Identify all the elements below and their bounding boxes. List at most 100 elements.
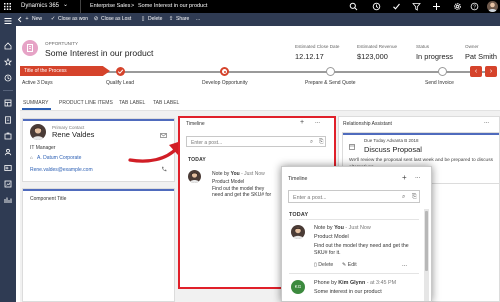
note-author[interactable]: You <box>231 171 240 177</box>
contact-email-link[interactable]: Rene.valdes@example.com <box>30 167 93 173</box>
more-commands-button[interactable]: ... <box>196 13 200 26</box>
process-title-flag[interactable]: Title of the Process <box>20 66 110 76</box>
tab-product-line-items[interactable]: PRODUCT LINE ITEMS <box>59 100 113 106</box>
suggestion-badge: Due Today Advanta B 2018 <box>364 138 418 143</box>
app-name[interactable]: Dynamics 365 <box>21 0 59 13</box>
close-date-value[interactable]: 12.12.17 <box>295 52 324 61</box>
contact-avatar[interactable] <box>30 124 46 140</box>
settings-gear-icon[interactable] <box>453 2 462 11</box>
status-value[interactable]: In progress <box>416 52 453 61</box>
company-icon: ⌂ <box>30 155 33 160</box>
timeline-post-input[interactable]: Enter a post... ⌕ ⎘ <box>186 136 326 147</box>
dashboard-icon[interactable] <box>4 99 12 107</box>
note-author-avatar[interactable] <box>188 170 201 183</box>
new-button[interactable]: + New <box>24 13 42 26</box>
next-stage-button[interactable]: › <box>485 66 497 77</box>
contacts-icon[interactable] <box>4 148 12 156</box>
owner-label: Owner <box>465 44 479 49</box>
stage-pending-marker[interactable] <box>438 67 447 76</box>
phone-call-avatar[interactable]: KG <box>291 280 305 294</box>
trash-icon: ▯ <box>141 16 145 22</box>
contact-company-link[interactable]: A. Datum Corporate <box>37 155 81 161</box>
status-label: Status <box>416 44 430 49</box>
delete-note-button[interactable]: ▯ Delete <box>314 262 333 268</box>
phone-meta: Phone by Kim Glynn - at 3:45 PM <box>314 280 396 286</box>
relationship-more-button[interactable]: ... <box>484 119 489 125</box>
note-body: Find out the model they need and get the… <box>212 186 272 199</box>
paperclip-icon[interactable]: ⎘ <box>319 139 323 146</box>
divider <box>289 273 419 274</box>
pinned-icon[interactable] <box>4 58 12 66</box>
timeline-add-button[interactable]: + <box>402 173 407 182</box>
due-source: Advanta B 2018 <box>386 138 419 143</box>
area-name[interactable]: Enterprise Sales <box>90 0 130 13</box>
delete-note-label: Delete <box>318 262 334 268</box>
stage-label-qualify[interactable]: Qualify Lead <box>106 80 134 86</box>
relationship-assistant-title: Relationship Assistant <box>343 121 392 127</box>
tab-label-1[interactable]: TAB LABEL <box>119 100 145 106</box>
tab-summary[interactable]: SUMMARY <box>23 100 48 106</box>
phone-author[interactable]: Kim Glynn <box>338 280 365 286</box>
timeline-more-button[interactable]: ... <box>315 119 320 125</box>
note-meta: Note by You - Just Now <box>212 171 265 177</box>
phone-time: - at 3:45 PM <box>365 280 397 286</box>
tasks-icon[interactable] <box>392 2 401 11</box>
filter-icon[interactable] <box>412 2 421 11</box>
note-more-button[interactable]: ... <box>402 262 407 268</box>
collapse-icon[interactable] <box>17 16 23 23</box>
timeline-post-input[interactable]: Enter a post... ⌕ ⎘ <box>288 190 420 203</box>
stage-label-invoice[interactable]: Send Invoice <box>425 80 454 86</box>
note-subject: Product Model <box>212 179 245 185</box>
help-icon[interactable]: ? <box>470 2 479 11</box>
due-label: Due Today <box>364 138 386 143</box>
recent-items-icon[interactable] <box>4 74 12 82</box>
note-author[interactable]: You <box>334 225 344 231</box>
app-chevron-icon[interactable]: ⌄ <box>63 0 68 12</box>
stage-label-quote[interactable]: Prepare & Send Quote <box>305 80 356 86</box>
accounts-icon[interactable] <box>4 132 12 140</box>
edit-note-button[interactable]: ✎ Edit <box>342 262 357 268</box>
attach-icon[interactable]: ⌕ <box>402 194 405 201</box>
scrollbar-thumb[interactable] <box>425 211 428 271</box>
note-author-avatar[interactable] <box>291 225 305 239</box>
close-as-won-button[interactable]: ✓ Close as won <box>50 13 88 26</box>
entity-type-label: OPPORTUNITY <box>45 41 79 46</box>
add-icon[interactable] <box>432 2 441 11</box>
activities-icon[interactable] <box>4 116 12 124</box>
breadcrumb-record[interactable]: Some Interest in our product <box>138 0 207 13</box>
revenue-value[interactable]: $123,000 <box>357 52 388 61</box>
hamburger-menu-icon[interactable] <box>4 17 12 25</box>
breadcrumb-separator: > <box>131 3 135 9</box>
reports-icon[interactable] <box>4 196 12 204</box>
previous-stage-button[interactable]: ‹ <box>470 66 482 77</box>
app-launcher-icon[interactable] <box>3 2 12 11</box>
svg-text:?: ? <box>473 4 476 10</box>
checkmark-icon: ✓ <box>50 16 56 22</box>
stage-pending-marker[interactable] <box>326 67 335 76</box>
owner-value[interactable]: Pat Smith <box>465 52 497 61</box>
stage-label-develop[interactable]: Develop Opportunity <box>202 80 248 86</box>
home-icon[interactable] <box>4 42 12 50</box>
tab-label-2[interactable]: TAB LABEL <box>153 100 179 106</box>
share-button[interactable]: ⇪ Share <box>168 13 190 26</box>
phone-subject: Some interest in our product <box>314 289 382 295</box>
delete-button[interactable]: ▯ Delete <box>140 13 162 26</box>
recent-icon[interactable] <box>372 2 381 11</box>
leads-icon[interactable] <box>4 164 12 172</box>
search-icon[interactable] <box>349 2 358 11</box>
plus-icon: + <box>25 16 29 22</box>
contact-name[interactable]: Rene Valdes <box>52 130 94 139</box>
paperclip-icon[interactable]: ⎘ <box>412 194 417 201</box>
user-avatar[interactable] <box>487 1 498 12</box>
today-header: TODAY <box>188 157 206 163</box>
timeline-more-button[interactable]: ... <box>415 173 420 180</box>
active-duration: Active 3 Days <box>22 80 53 86</box>
close-as-lost-button[interactable]: ⊘ Close as Lost <box>93 13 132 26</box>
divider <box>80 0 81 13</box>
stage-done-marker[interactable] <box>116 67 125 76</box>
stage-active-marker[interactable] <box>220 67 229 76</box>
opportunities-icon[interactable] <box>4 180 12 188</box>
timeline-add-button[interactable]: + <box>300 119 304 126</box>
timeline-scrollbar[interactable] <box>424 209 429 301</box>
attach-icon[interactable]: ⌕ <box>310 139 313 146</box>
